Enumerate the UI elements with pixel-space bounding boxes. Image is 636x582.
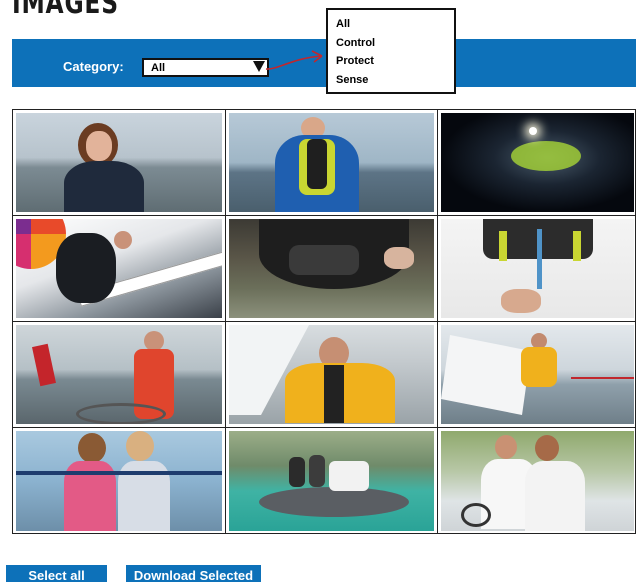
image-thumbnail[interactable] — [438, 110, 636, 216]
lifejacket-harness-detail-photo — [441, 219, 634, 318]
image-thumbnail[interactable] — [438, 428, 636, 534]
two-girls-in-lifejackets-photo — [16, 431, 222, 531]
category-dropdown-menu: All Control Protect Sense — [326, 8, 456, 94]
image-thumbnail[interactable] — [226, 216, 438, 322]
dropdown-option-protect[interactable]: Protect — [336, 52, 454, 71]
friends-driving-boat-photo — [441, 431, 634, 531]
lifejacket-light-at-night-photo — [441, 113, 634, 212]
download-selected-button[interactable]: Download Selected — [126, 565, 261, 582]
dropdown-option-control[interactable]: Control — [336, 34, 454, 53]
image-thumbnail[interactable] — [13, 216, 226, 322]
waist-belt-pack-photo — [229, 219, 434, 318]
page-title: IMAGES — [12, 0, 119, 21]
image-thumbnail[interactable] — [13, 110, 226, 216]
person-wearing-lifejacket-photo — [229, 113, 434, 212]
annotation-arrow-icon — [265, 50, 323, 70]
sailor-in-yellow-jacket-photo — [229, 325, 434, 424]
group-in-rib-boat-photo — [229, 431, 434, 531]
sailor-at-helm-photo — [16, 325, 222, 424]
image-thumbnail[interactable] — [226, 322, 438, 428]
image-thumbnail[interactable] — [226, 110, 438, 216]
image-grid — [12, 109, 636, 534]
image-thumbnail[interactable] — [226, 428, 438, 534]
dropdown-option-all[interactable]: All — [336, 15, 454, 34]
select-all-button[interactable]: Select all — [6, 565, 107, 582]
category-select[interactable]: All — [142, 58, 269, 77]
category-label: Category: — [63, 59, 124, 74]
image-thumbnail[interactable] — [438, 216, 636, 322]
crew-handling-sail-photo — [441, 325, 634, 424]
category-selected-value: All — [151, 62, 166, 74]
image-thumbnail[interactable] — [13, 428, 226, 534]
woman-smiling-at-sea-photo — [16, 113, 222, 212]
dropdown-option-sense[interactable]: Sense — [336, 71, 454, 90]
image-thumbnail[interactable] — [438, 322, 636, 428]
sailor-on-racing-yacht-photo — [16, 219, 222, 318]
image-thumbnail[interactable] — [13, 322, 226, 428]
